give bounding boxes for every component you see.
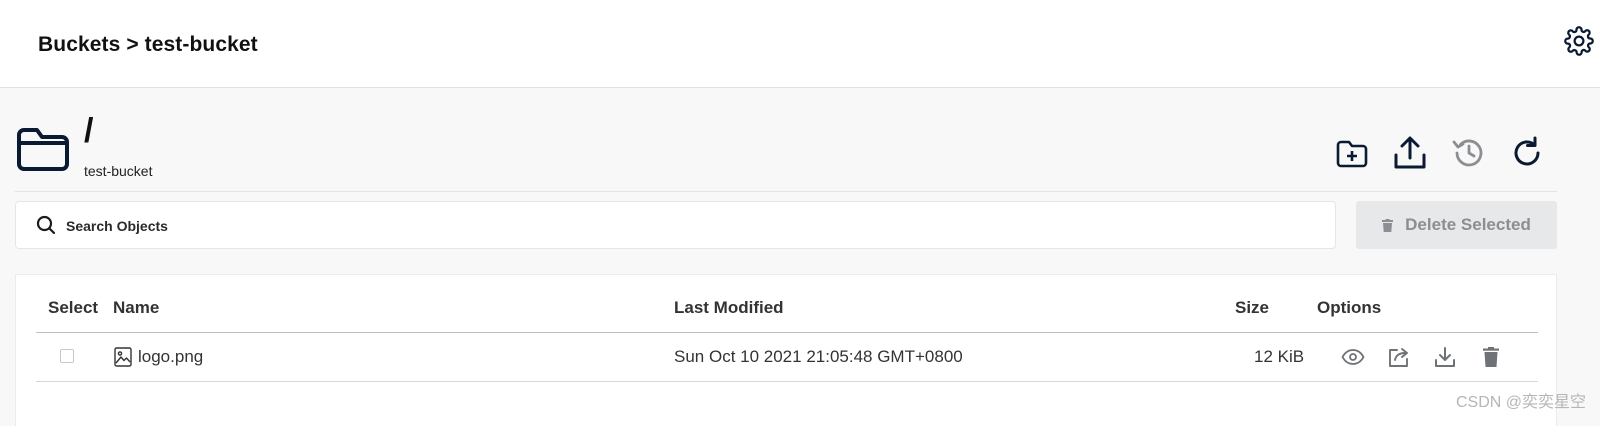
folder-plus-icon[interactable] (1333, 134, 1371, 172)
column-header-options: Options (1317, 298, 1382, 317)
download-icon[interactable] (1433, 345, 1457, 369)
page-header: Buckets > test-bucket (0, 0, 1600, 88)
column-header-last-modified[interactable]: Last Modified (674, 298, 784, 318)
breadcrumb[interactable]: Buckets > test-bucket (38, 33, 258, 57)
column-header-name[interactable]: Name (113, 298, 159, 318)
bucket-name: test-bucket (84, 163, 153, 179)
folder-icon (17, 128, 69, 171)
preview-icon[interactable] (1341, 345, 1365, 369)
share-icon[interactable] (1387, 345, 1411, 369)
search-input[interactable] (64, 212, 1268, 240)
image-file-icon (114, 347, 132, 367)
path-title: / (84, 112, 94, 150)
trash-icon (1382, 218, 1394, 232)
delete-icon[interactable] (1479, 345, 1503, 369)
section-divider (15, 191, 1557, 192)
gear-icon[interactable] (1564, 26, 1594, 56)
delete-selected-label: Delete Selected (1405, 215, 1531, 234)
file-size: 12 KiB (1254, 347, 1305, 366)
search-icon (36, 215, 56, 235)
file-last-modified: Sun Oct 10 2021 21:05:48 GMT+0800 (674, 347, 963, 366)
watermark: CSDN @奕奕星空 (1455, 394, 1586, 411)
search-box[interactable] (15, 201, 1336, 249)
delete-selected-button[interactable]: Delete Selected (1356, 201, 1557, 249)
refresh-icon[interactable] (1508, 134, 1546, 172)
file-name[interactable]: logo.png (138, 347, 203, 367)
table-header-divider (36, 332, 1538, 333)
column-header-select[interactable]: Select (48, 298, 98, 318)
table-row-divider (36, 381, 1538, 382)
column-header-size[interactable]: Size (1235, 298, 1269, 318)
history-icon (1452, 139, 1483, 167)
upload-icon[interactable] (1391, 134, 1429, 172)
row-select-checkbox[interactable] (60, 349, 74, 363)
